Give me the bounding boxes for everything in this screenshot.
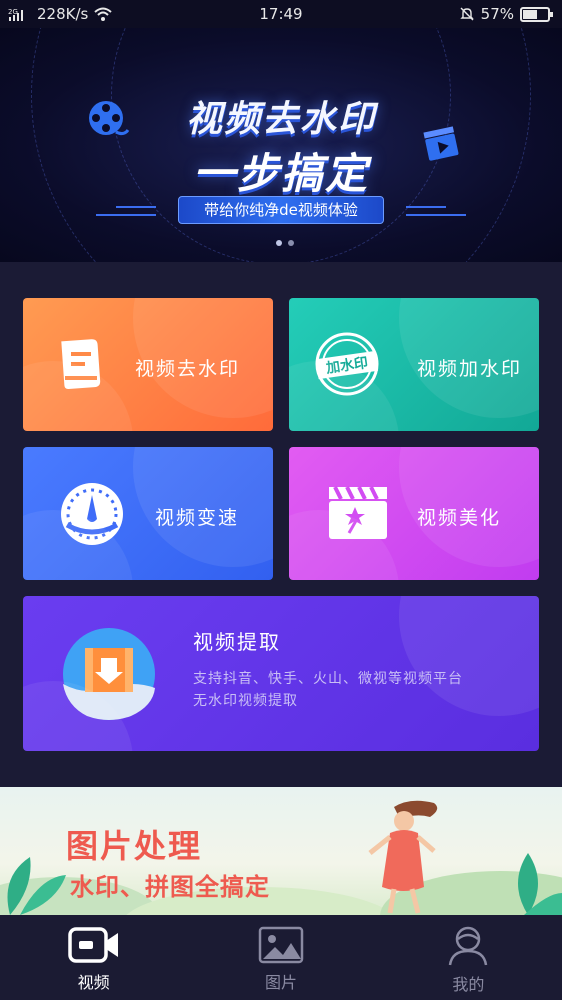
battery-level [523,9,537,19]
carousel-dot[interactable] [288,240,294,246]
tab-video-label: 视频 [77,973,110,992]
tab-image[interactable]: 图片 [187,915,374,1000]
add-watermark-card[interactable]: 加水印 视频加水印 [289,298,539,431]
remove-watermark-card[interactable]: 视频去水印 [23,298,273,431]
speedometer-icon [61,483,123,545]
beautify-label: 视频美化 [417,507,502,529]
battery-percent: 57% [480,5,514,23]
hero-banner[interactable]: 视频去水印 一步搞定 带给你纯净de视频体验 [0,28,562,262]
circuit-line [406,214,466,216]
video-camera-icon [67,927,118,963]
carousel-dot-active[interactable] [276,240,282,246]
stamp-icon: 加水印 [315,332,379,396]
extract-desc-line2: 无水印视频提取 [193,693,298,709]
banner-title-line1: 视频去水印 [185,99,376,140]
beautify-card[interactable]: 视频美化 [289,447,539,580]
clapperboard-star-icon [329,486,387,539]
circuit-line [406,206,446,208]
tab-image-label: 图片 [264,973,297,992]
battery-icon [520,6,553,22]
banner-subtitle: 带给你纯净de视频体验 [178,196,384,224]
add-watermark-label: 视频加水印 [417,358,523,380]
leaf-decoration [518,853,562,915]
circuit-line [116,206,156,208]
bottom-tab-bar: 视频 图片 我的 [0,915,562,1000]
girl-illustration [368,800,438,914]
status-bar: 2G 228K/s 17:49 57% [0,0,562,28]
tab-profile[interactable]: 我的 [375,915,562,1000]
extract-card[interactable]: 视频提取 支持抖音、快手、火山、微视等视频平台 无水印视频提取 [23,596,539,751]
banner-title-line2: 一步搞定 [192,149,369,198]
tab-profile-label: 我的 [452,975,485,994]
tab-video[interactable]: 视频 [0,915,187,1000]
extract-desc-line1: 支持抖音、快手、火山、微视等视频平台 [193,671,463,687]
remove-watermark-label: 视频去水印 [135,358,241,380]
user-icon [449,926,488,966]
image-processing-banner[interactable]: 图片处理 水印、拼图全搞定 [0,787,562,915]
film-download-icon [63,628,155,720]
document-icon [61,339,101,389]
speed-label: 视频变速 [155,507,240,529]
speed-card[interactable]: 视频变速 [23,447,273,580]
extract-description: 支持抖音、快手、火山、微视等视频平台 无水印视频提取 [193,668,513,712]
image-icon [258,926,304,964]
promo-subheadline: 水印、拼图全搞定 [70,873,270,901]
leaf-decoration [7,857,66,915]
extract-title: 视频提取 [193,630,281,654]
promo-headline: 图片处理 [66,827,203,865]
status-right: 57% [459,5,553,23]
circuit-line [96,214,156,216]
bell-muted-icon [459,7,474,21]
